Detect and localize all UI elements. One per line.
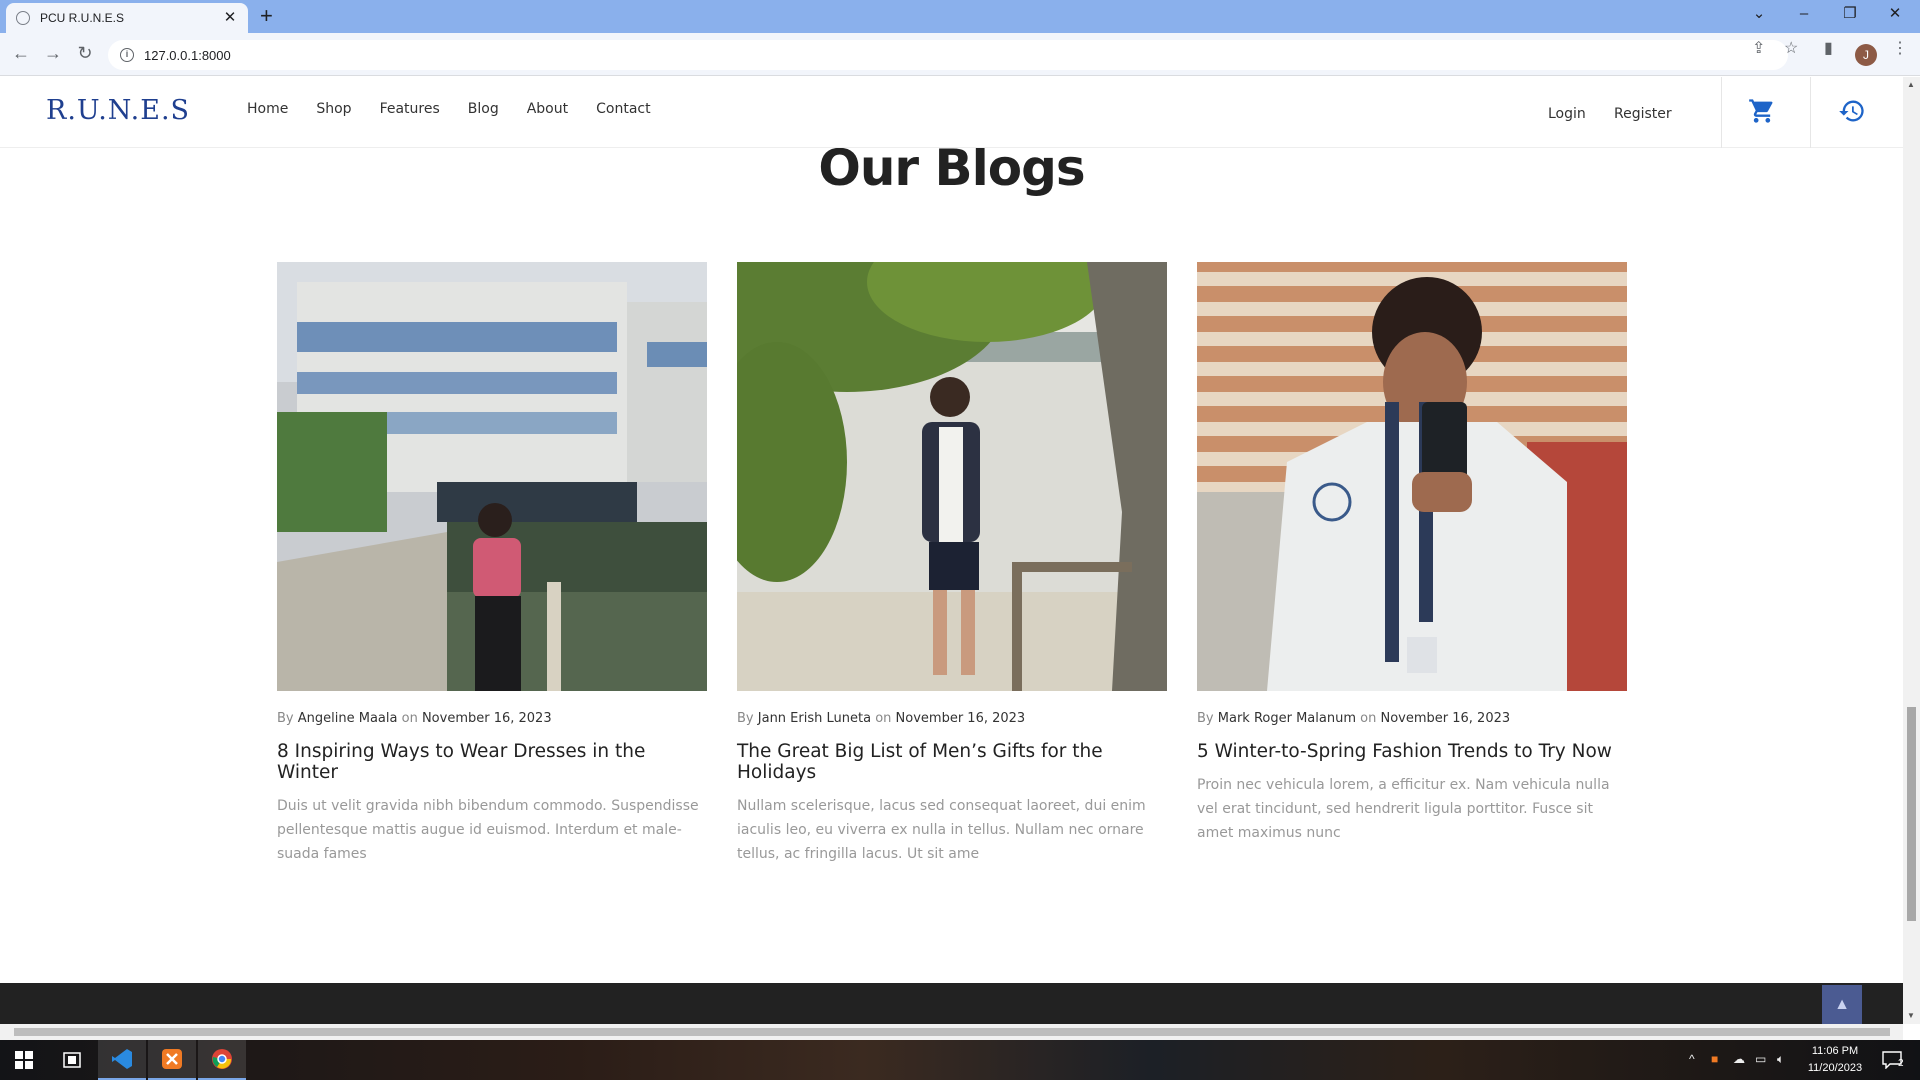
meta-by: By [1197, 711, 1214, 726]
meta-by: By [277, 711, 294, 726]
windows-start-icon[interactable] [0, 1040, 48, 1080]
volume-icon[interactable]: 🔈︎ [1777, 1052, 1784, 1067]
post-meta: By Angeline Maala on November 16, 2023 [277, 711, 707, 726]
nav-shop[interactable]: Shop [316, 101, 351, 117]
post-title[interactable]: 8 Inspiring Ways to Wear Dresses in the … [277, 741, 707, 783]
meta-on: on [875, 711, 892, 726]
page-viewport: R.U.N.E.S Home Shop Features Blog About … [0, 77, 1903, 1024]
notification-center-icon[interactable]: 2 [1868, 1040, 1916, 1080]
back-button[interactable]: ← [10, 43, 32, 63]
scrollbar-thumb[interactable] [14, 1028, 1890, 1036]
cart-icon[interactable] [1748, 97, 1776, 125]
blog-photo-mall[interactable] [277, 262, 707, 691]
onedrive-icon[interactable]: ☁ [1733, 1052, 1745, 1066]
site-info-icon[interactable]: i [120, 48, 134, 62]
scrollbar-thumb[interactable] [1907, 707, 1916, 921]
scroll-down-arrow-icon[interactable]: ▼ [1907, 1011, 1915, 1020]
scroll-up-arrow-icon[interactable]: ▲ [1907, 80, 1915, 89]
post-author[interactable]: Jann Erish Luneta [758, 711, 871, 726]
horizontal-scrollbar[interactable] [0, 1024, 1903, 1040]
post-date: November 16, 2023 [895, 711, 1026, 726]
forward-button[interactable]: → [42, 43, 64, 63]
header-divider [1810, 77, 1811, 148]
xampp-tray-icon[interactable]: ■ [1711, 1052, 1718, 1066]
nav-about[interactable]: About [527, 101, 568, 117]
windows-taskbar: ^ ■ ☁ ▭ 🔈︎ 11:06 PM 11/20/2023 2 [0, 1040, 1920, 1080]
post-excerpt: Duis ut velit gravida nibh bibendum comm… [277, 798, 699, 862]
browser-tab-strip: PCU R.U.N.E.S ✕ + ⌄ – ❐ ✕ [0, 0, 1920, 33]
browser-menu-icon[interactable]: ⋮ [1892, 39, 1908, 59]
tab-title: PCU R.U.N.E.S [40, 11, 125, 25]
tab-search-icon[interactable]: ⌄ [1749, 5, 1769, 23]
blog-card: By Jann Erish Luneta on November 16, 202… [737, 262, 1167, 866]
clock-date: 11/20/2023 [1807, 1062, 1863, 1074]
task-view-icon[interactable] [48, 1040, 96, 1080]
meta-on: on [401, 711, 418, 726]
reload-button[interactable]: ↻ [74, 43, 96, 63]
order-history-icon[interactable] [1838, 97, 1866, 125]
blog-card: By Mark Roger Malanum on November 16, 20… [1197, 262, 1627, 845]
new-tab-button[interactable]: + [260, 4, 273, 28]
site-footer [0, 983, 1903, 1024]
notification-count: 2 [1898, 1058, 1904, 1069]
chevron-up-icon: ▲ [1834, 996, 1850, 1013]
post-date: November 16, 2023 [421, 711, 552, 726]
vscode-icon[interactable] [98, 1040, 146, 1080]
network-icon[interactable]: ▭ [1755, 1052, 1766, 1066]
close-tab-icon[interactable]: ✕ [222, 10, 238, 26]
blog-photo-beach[interactable] [737, 262, 1167, 691]
nav-home[interactable]: Home [247, 101, 288, 117]
address-bar[interactable]: i 127.0.0.1:8000 [108, 40, 1788, 70]
minimize-button[interactable]: – [1794, 5, 1814, 23]
restore-button[interactable]: ❐ [1840, 5, 1860, 23]
post-title[interactable]: The Great Big List of Men’s Gifts for th… [737, 741, 1167, 783]
site-header: R.U.N.E.S Home Shop Features Blog About … [0, 77, 1903, 148]
chrome-icon[interactable] [198, 1040, 246, 1080]
globe-icon [16, 11, 30, 25]
main-nav: Home Shop Features Blog About Contact [247, 101, 651, 117]
close-window-button[interactable]: ✕ [1885, 5, 1905, 23]
browser-tab[interactable]: PCU R.U.N.E.S ✕ [6, 3, 248, 33]
meta-by: By [737, 711, 754, 726]
nav-features[interactable]: Features [380, 101, 440, 117]
profile-avatar[interactable]: J [1855, 44, 1877, 66]
login-link[interactable]: Login [1548, 106, 1586, 122]
post-excerpt: Proin nec vehicula lorem, a efficitur ex… [1197, 777, 1610, 841]
vertical-scrollbar[interactable]: ▲ ▼ [1903, 77, 1920, 1024]
bookmark-star-icon[interactable]: ☆ [1784, 39, 1798, 59]
scroll-to-top-button[interactable]: ▲ [1822, 985, 1862, 1024]
nav-blog[interactable]: Blog [468, 101, 499, 117]
side-panel-icon[interactable]: ▮ [1824, 39, 1833, 59]
post-author[interactable]: Mark Roger Malanum [1218, 711, 1356, 726]
browser-toolbar: ← → ↻ i 127.0.0.1:8000 ⇪ ☆ ▮ J ⋮ [0, 33, 1920, 76]
meta-on: on [1360, 711, 1377, 726]
blog-card: By Angeline Maala on November 16, 2023 8… [277, 262, 707, 866]
tray-overflow-icon[interactable]: ^ [1689, 1052, 1695, 1066]
header-divider [1721, 77, 1722, 148]
taskbar-clock[interactable]: 11:06 PM 11/20/2023 [1800, 1043, 1870, 1077]
blog-photo-selfie[interactable] [1197, 262, 1627, 691]
post-excerpt: Nullam scelerisque, lacus sed consequat … [737, 798, 1146, 862]
url-text[interactable]: 127.0.0.1:8000 [144, 48, 231, 63]
share-icon[interactable]: ⇪ [1752, 39, 1765, 59]
post-author[interactable]: Angeline Maala [298, 711, 398, 726]
clock-time: 11:06 PM [1811, 1045, 1859, 1057]
nav-contact[interactable]: Contact [596, 101, 650, 117]
post-title[interactable]: 5 Winter-to-Spring Fashion Trends to Try… [1197, 741, 1627, 762]
post-meta: By Mark Roger Malanum on November 16, 20… [1197, 711, 1627, 726]
site-logo[interactable]: R.U.N.E.S [46, 95, 190, 126]
xampp-icon[interactable] [148, 1040, 196, 1080]
post-meta: By Jann Erish Luneta on November 16, 202… [737, 711, 1167, 726]
register-link[interactable]: Register [1614, 106, 1672, 122]
post-date: November 16, 2023 [1380, 711, 1511, 726]
